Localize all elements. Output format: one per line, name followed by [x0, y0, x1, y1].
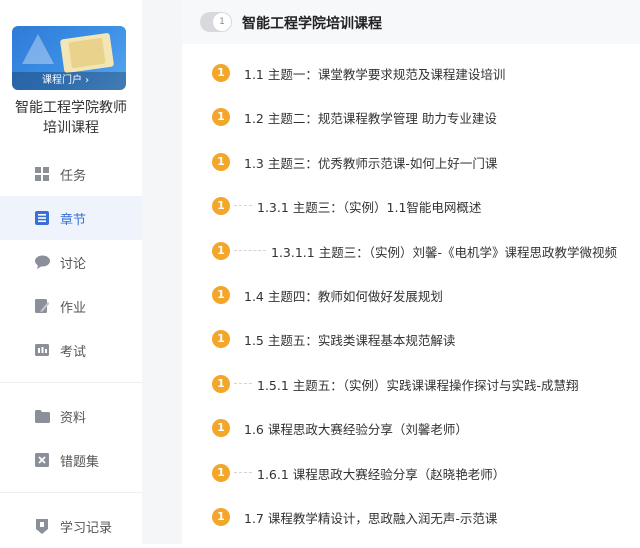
sidebar-item-label: 错题集	[60, 454, 100, 470]
section-row[interactable]: 1 1.1 主题一：课堂教学要求规范及课程建设培训	[182, 51, 640, 95]
course-portal-link[interactable]: 课程门户 ›	[12, 72, 126, 90]
sidebar-gutter	[142, 0, 182, 544]
sidebar-item-study-record[interactable]: 学习记录	[0, 504, 142, 548]
sidebar-item-discussion[interactable]: 讨论	[0, 240, 142, 284]
subsection-row[interactable]: 1 1.3.1.1 主题三：（实例）刘馨-《电机学》课程思政教学微视频	[182, 229, 640, 273]
homework-pen-icon	[34, 298, 50, 314]
section-title[interactable]: 1.5.1 主题五：（实例）实践课课程操作探讨与实践-成慧翔	[257, 375, 579, 394]
section-status-badge: 1	[212, 286, 230, 304]
section-title[interactable]: 1.7 课程教学精设计，思政融入润无声-示范课	[244, 508, 497, 527]
section-title[interactable]: 1.6 课程思政大赛经验分享（刘馨老师）	[244, 419, 468, 438]
indent-connector	[234, 205, 252, 206]
exam-paper-icon	[34, 342, 50, 358]
section-row[interactable]: 1 1.4 主题四：教师如何做好发展规划	[182, 273, 640, 317]
section-title[interactable]: 1.6.1 课程思政大赛经验分享（赵晓艳老师）	[257, 464, 505, 483]
sidebar-item-label: 考试	[60, 344, 87, 360]
study-record-icon	[34, 518, 50, 534]
subsection-row[interactable]: 1 1.6.1 课程思政大赛经验分享（赵晓艳老师）	[182, 451, 640, 495]
indent-connector	[234, 383, 252, 384]
section-title[interactable]: 1.4 主题四：教师如何做好发展规划	[244, 286, 443, 305]
sidebar-item-task[interactable]: 任务	[0, 152, 142, 196]
sidebar-item-label: 任务	[60, 168, 87, 184]
chapter-collapse-toggle[interactable]: 1	[200, 12, 232, 32]
subsection-row[interactable]: 1 1.5.1 主题五：（实例）实践课课程操作探讨与实践-成慧翔	[182, 362, 640, 406]
section-title[interactable]: 1.3.1 主题三：（实例）1.1智能电网概述	[257, 197, 481, 216]
section-status-badge: 1	[212, 464, 230, 482]
section-row[interactable]: 1 1.6 课程思政大赛经验分享（刘馨老师）	[182, 406, 640, 450]
sidebar-item-homework[interactable]: 作业	[0, 284, 142, 328]
section-status-badge: 1	[212, 375, 230, 393]
section-row[interactable]: 1 1.3 主题三：优秀教师示范课-如何上好一门课	[182, 140, 640, 184]
course-name-line1: 智能工程学院教师	[15, 100, 127, 116]
chapter-list-panel: 1 智能工程学院培训课程 1 1.1 主题一：课堂教学要求规范及课程建设培训 1…	[182, 0, 640, 544]
section-status-badge: 1	[212, 330, 230, 348]
chapter-header[interactable]: 1 智能工程学院培训课程	[182, 0, 640, 44]
section-title[interactable]: 1.1 主题一：课堂教学要求规范及课程建设培训	[244, 64, 505, 83]
sidebar-item-label: 作业	[60, 300, 87, 316]
section-status-badge: 1	[212, 419, 230, 437]
task-grid-icon	[34, 166, 50, 182]
sidebar: 课程门户 › 智能工程学院教师 培训课程 任务 章节 讨论 作业 考试 资料 错…	[0, 0, 142, 544]
indent-connector	[234, 472, 252, 473]
section-status-badge: 1	[212, 242, 230, 260]
section-row[interactable]: 1 1.7 课程教学精设计，思政融入润无声-示范课	[182, 495, 640, 539]
section-title[interactable]: 1.3 主题三：优秀教师示范课-如何上好一门课	[244, 153, 497, 172]
sidebar-item-label: 资料	[60, 410, 87, 426]
section-status-badge: 1	[212, 153, 230, 171]
section-status-badge: 1	[212, 108, 230, 126]
chapter-list-icon	[34, 210, 50, 226]
chapter-title: 智能工程学院培训课程	[242, 16, 382, 32]
section-status-badge: 1	[212, 197, 230, 215]
section-status-badge: 1	[212, 508, 230, 526]
section-row[interactable]: 1 1.5 主题五：实践类课程基本规范解读	[182, 317, 640, 361]
sidebar-item-materials[interactable]: 资料	[0, 394, 142, 438]
section-title[interactable]: 1.5 主题五：实践类课程基本规范解读	[244, 330, 455, 349]
section-status-badge: 1	[212, 64, 230, 82]
sidebar-item-exam[interactable]: 考试	[0, 328, 142, 372]
course-name-line2: 培训课程	[43, 120, 99, 136]
sidebar-item-mistakes[interactable]: 错题集	[0, 438, 142, 482]
course-name: 智能工程学院教师 培训课程	[6, 98, 136, 138]
subsection-row[interactable]: 1 1.3.1 主题三：（实例）1.1智能电网概述	[182, 184, 640, 228]
mistake-book-icon	[34, 452, 50, 468]
sidebar-divider	[0, 382, 142, 383]
discussion-bubble-icon	[34, 254, 50, 270]
sidebar-item-label: 讨论	[60, 256, 87, 272]
cover-book-page-decoration	[68, 37, 106, 69]
cover-triangle-decoration	[22, 34, 54, 64]
folder-icon	[34, 408, 50, 424]
section-row[interactable]: 1 1.2 主题二：规范课程教学管理 助力专业建设	[182, 95, 640, 139]
sidebar-divider	[0, 492, 142, 493]
chapter-number-knob: 1	[213, 13, 231, 31]
sidebar-item-label: 学习记录	[60, 520, 113, 536]
course-cover-image[interactable]: 课程门户 ›	[12, 26, 126, 90]
section-title[interactable]: 1.3.1.1 主题三：（实例）刘馨-《电机学》课程思政教学微视频	[271, 242, 617, 261]
indent-connector	[234, 250, 266, 251]
section-title[interactable]: 1.2 主题二：规范课程教学管理 助力专业建设	[244, 108, 497, 127]
sidebar-item-label: 章节	[60, 212, 87, 228]
sidebar-item-chapter[interactable]: 章节	[0, 196, 142, 240]
